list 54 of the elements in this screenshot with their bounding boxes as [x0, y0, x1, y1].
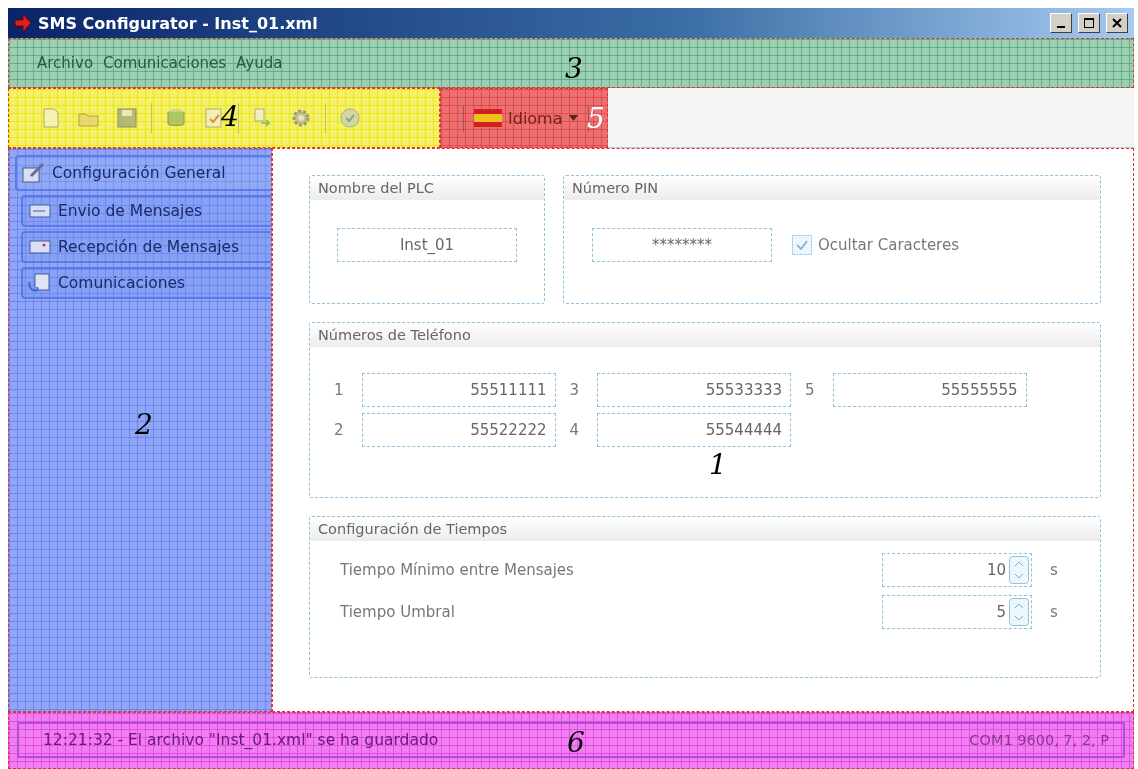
phone-field[interactable]: 55511111 [361, 373, 556, 407]
status-message: 12:21:32 - El archivo "Inst_01.xml" se ha guardado [43, 731, 439, 749]
phone-field[interactable]: 55544444 [597, 413, 792, 447]
text-field[interactable]: Inst_01 [337, 228, 517, 262]
sidebar-tab[interactable]: Recepción de Mensajes [21, 231, 271, 263]
field-label: 4 [569, 421, 580, 439]
field-label: 5 [805, 381, 815, 399]
minimize-button[interactable] [1050, 13, 1072, 33]
window-title: SMS Configurator - Inst_01.xml [38, 13, 319, 33]
phone-field[interactable]: 55533333 [597, 373, 792, 407]
number-spinner[interactable]: 5 [882, 595, 1032, 629]
close-icon [1112, 18, 1122, 28]
field-label: 1 [334, 381, 344, 399]
number-spinner[interactable]: 10 [882, 553, 1032, 587]
field-label: Tiempo Mínimo entre Mensajes [340, 561, 575, 579]
annotation-number: 1 [709, 451, 727, 479]
field-label: 2 [334, 421, 344, 439]
document-exchange-icon [27, 272, 53, 294]
maximize-button[interactable] [1078, 13, 1100, 33]
field-label: 3 [569, 381, 580, 399]
phone-field[interactable]: 55555555 [832, 373, 1027, 407]
sidebar-tab[interactable]: Comunicaciones [21, 267, 271, 299]
menu-item[interactable]: Ayuda [236, 54, 283, 72]
group-title: Números de Teléfono [310, 323, 1100, 347]
app-logo-icon [14, 13, 32, 33]
minimize-icon [1057, 26, 1065, 28]
annotation-number: 4 [221, 103, 239, 131]
close-button[interactable] [1106, 13, 1128, 33]
checkbox[interactable] [792, 235, 812, 255]
port-settings: COM1 9600, 7, 2, P [969, 732, 1109, 748]
menu-item[interactable]: Archivo [37, 54, 94, 72]
annotation-number: 2 [135, 411, 153, 439]
annotation-number: 6 [567, 729, 585, 757]
flag-icon [474, 109, 502, 127]
sidebar-tab[interactable]: Envio de Mensajes [21, 195, 271, 227]
group-title: Nombre del PLC [310, 176, 544, 200]
caret-icon [568, 115, 578, 121]
password-field[interactable]: ******** [592, 228, 772, 262]
sidebar-tab[interactable]: Configuración General [15, 155, 271, 191]
group-title: Configuración de Tiempos [310, 517, 1100, 541]
spin-arrows-icon [1009, 556, 1029, 584]
unit-label: s [1049, 603, 1059, 621]
annotation-number: 5 [587, 105, 605, 133]
unit-label: s [1049, 561, 1059, 579]
language-button[interactable]: Idioma [463, 104, 589, 132]
annotation-number: 3 [565, 55, 583, 83]
checkbox-label: Ocultar Caracteres [818, 236, 959, 254]
menu-item[interactable]: Comunicaciones [103, 54, 227, 72]
edit-document-icon [21, 162, 47, 184]
spin-arrows-icon [1009, 598, 1029, 626]
group-title: Número PIN [564, 176, 1100, 200]
field-label: Tiempo Umbral [340, 603, 456, 621]
phone-field[interactable]: 55522222 [361, 413, 556, 447]
maximize-icon [1084, 18, 1094, 28]
